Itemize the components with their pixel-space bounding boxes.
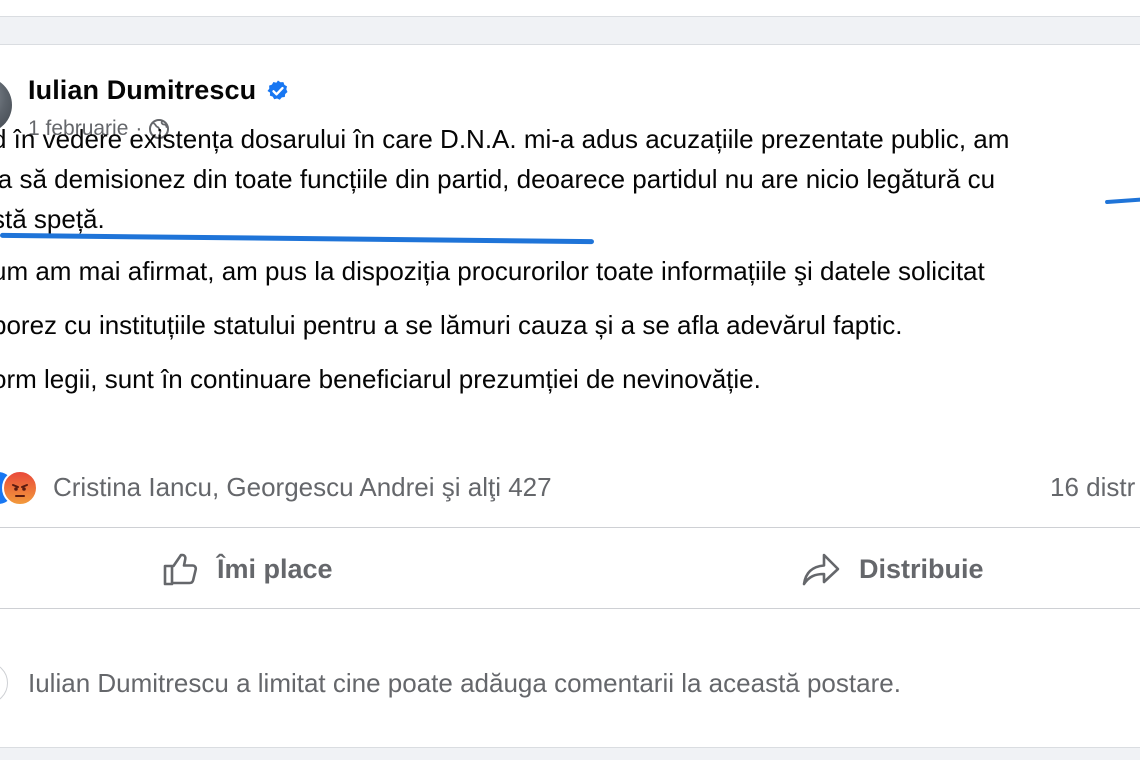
post-header: Iulian Dumitrescu [28,75,290,106]
share-button[interactable]: Distribuie [800,538,984,600]
angry-reaction-icon [2,470,38,506]
comments-restricted-notice: Iulian Dumitrescu a limitat cine poate a… [28,668,901,698]
post-body-line: borez cu instituțiile statului pentru a … [0,310,903,340]
like-button[interactable]: Îmi place [160,538,333,600]
reactions-summary: Cristina Iancu, Georgescu Andrei şi alţi… [0,470,1140,506]
author-name[interactable]: Iulian Dumitrescu [28,75,256,106]
share-arrow-icon [802,553,840,586]
reaction-icons[interactable] [0,470,42,506]
post-body-line: d în vedere existența dosarului în care … [0,124,1010,154]
post-body-line: stă speță. [0,204,105,234]
shares-count[interactable]: 16 distr [1050,472,1135,503]
share-button-label: Distribuie [859,553,984,584]
post-body-line: orm legii, sunt în continuare beneficiar… [0,364,761,394]
thumbs-up-icon [163,553,198,586]
verified-badge-icon [266,79,290,103]
previous-post-card [0,0,1140,17]
reactors-text[interactable]: Cristina Iancu, Georgescu Andrei şi alţi… [53,472,552,503]
like-button-label: Îmi place [217,553,333,584]
divider [0,527,1140,528]
post-body-line: ia să demisionez din toate funcțiile din… [0,164,996,194]
post-body-line: um am mai afirmat, am pus la dispoziția … [0,256,985,286]
divider [0,608,1140,609]
